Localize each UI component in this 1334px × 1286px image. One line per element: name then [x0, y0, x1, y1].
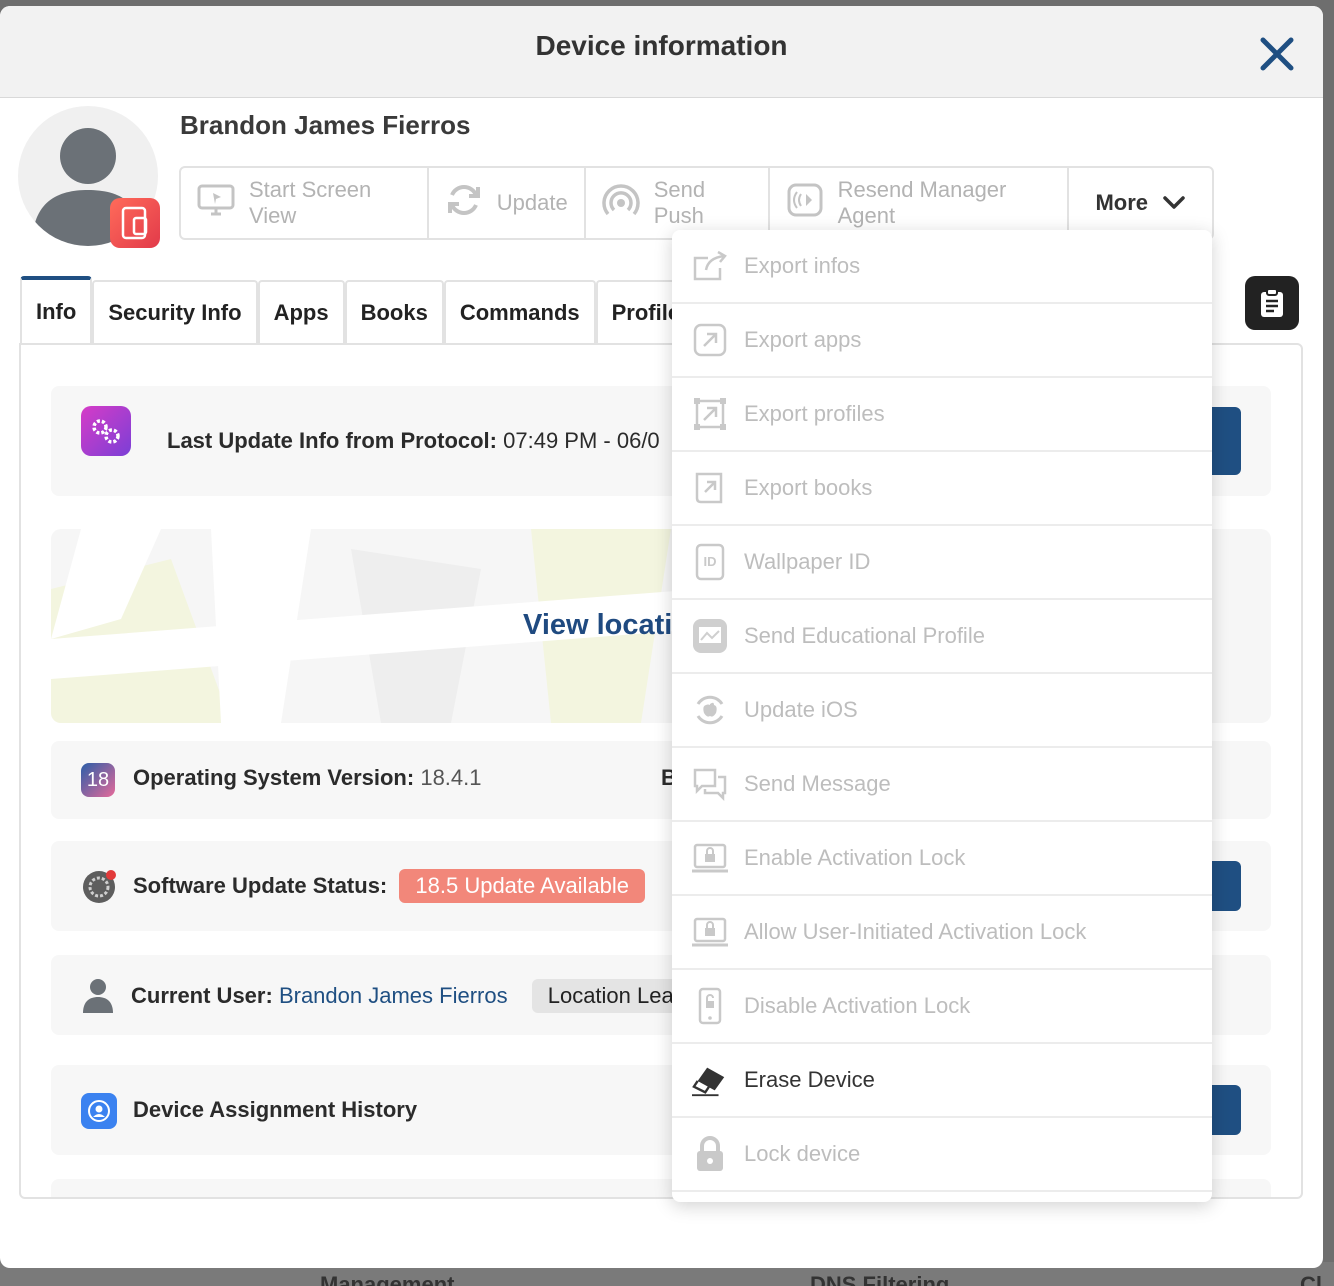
menu-item-export-apps-label: Export apps [744, 327, 862, 352]
gears-icon [81, 406, 131, 456]
lock-icon [692, 1136, 728, 1172]
tab-commands[interactable]: Commands [443, 280, 596, 344]
background-tab-management: Management [320, 1272, 455, 1286]
send-push-label: Send Push [653, 177, 706, 228]
monitor-icon [197, 183, 235, 223]
export-books-icon [692, 470, 728, 506]
disable-lock-icon [692, 987, 728, 1025]
menu-item-erase-device[interactable]: Erase Device [672, 1044, 1212, 1118]
menu-item-send-message[interactable]: Send Message [672, 748, 1212, 822]
send-push-button[interactable]: Send Push [586, 168, 770, 238]
action-bar: Start Screen View Update Send Push Resen… [179, 166, 1214, 240]
start-screen-view-label: Start Screen View [249, 177, 372, 228]
menu-item-disable-activation-lock-label: Disable Activation Lock [744, 993, 971, 1018]
educational-profile-icon [692, 618, 728, 654]
agent-icon [786, 181, 824, 225]
menu-item-send-message-label: Send Message [744, 771, 891, 796]
user-activation-lock-icon [692, 914, 728, 950]
software-update-text: Software Update Status: 18.5 Update Avai… [133, 869, 646, 903]
os-version-label: Operating System Version: [133, 765, 415, 790]
menu-item-erase-device-label: Erase Device [744, 1067, 875, 1092]
ios-18-icon-text: 18 [86, 768, 110, 791]
os-version-value: 18.4.1 [420, 765, 482, 790]
os-version-text: Operating System Version: 18.4.1 [133, 765, 482, 791]
menu-item-lock-device[interactable]: Lock device [672, 1118, 1212, 1192]
tab-books[interactable]: Books [344, 280, 444, 344]
more-dropdown-menu: Export infos Export apps Export profiles… [672, 230, 1212, 1202]
activation-lock-icon [692, 840, 728, 876]
menu-item-update-ios[interactable]: Update iOS [672, 674, 1212, 748]
ipad-icon [110, 198, 160, 248]
clipboard-icon[interactable] [1245, 276, 1299, 330]
assignment-history-icon [81, 1093, 117, 1129]
assignment-history-label: Device Assignment History [133, 1097, 418, 1122]
current-user-text: Current User: Brandon James Fierros Loca… [131, 979, 715, 1013]
modal-header: Device information [0, 6, 1323, 98]
menu-item-update-ios-label: Update iOS [744, 697, 858, 722]
menu-item-export-apps[interactable]: Export apps [672, 304, 1212, 378]
push-icon [602, 181, 640, 225]
last-update-value: 07:49 PM - 06/0 [503, 428, 660, 453]
resend-manager-agent-label: Resend Manager Agent [837, 177, 1007, 228]
tab-security-info[interactable]: Security Info [92, 280, 258, 344]
last-update-label: Last Update Info from Protocol: [167, 428, 497, 453]
last-update-text: Last Update Info from Protocol: 07:49 PM… [167, 428, 660, 454]
update-button[interactable]: Update [429, 168, 586, 238]
menu-item-send-educational-profile[interactable]: Send Educational Profile [672, 600, 1212, 674]
tab-apps[interactable]: Apps [257, 280, 345, 344]
menu-item-export-books[interactable]: Export books [672, 452, 1212, 526]
device-info-modal: Device information Brandon James Fierros… [0, 6, 1323, 1268]
menu-item-enable-activation-lock[interactable]: Enable Activation Lock [672, 822, 1212, 896]
update-label: Update [496, 190, 568, 215]
update-available-badge: 18.5 Update Available [399, 869, 646, 903]
background-tab-dns: DNS Filtering [810, 1272, 950, 1286]
user-icon [81, 977, 115, 1013]
menu-item-wallpaper-id-label: Wallpaper ID [744, 549, 871, 574]
chevron-down-icon [1162, 190, 1186, 216]
tab-info[interactable]: Info [20, 276, 93, 344]
svg-text:ID: ID [704, 554, 717, 569]
current-user-label: Current User: [131, 983, 273, 1008]
resend-manager-agent-button[interactable]: Resend Manager Agent [770, 168, 1070, 238]
message-icon [692, 766, 728, 802]
background-tab-cl: Cl [1300, 1272, 1322, 1286]
refresh-icon [445, 181, 483, 225]
user-name: Brandon James Fierros [180, 110, 471, 140]
menu-item-allow-user-activation-lock-label: Allow User-Initiated Activation Lock [744, 919, 1087, 944]
export-icon [692, 248, 728, 284]
menu-item-export-infos[interactable]: Export infos [672, 230, 1212, 304]
menu-item-wallpaper-id[interactable]: ID Wallpaper ID [672, 526, 1212, 600]
menu-item-export-infos-label: Export infos [744, 253, 861, 278]
update-ios-icon [692, 692, 728, 728]
export-apps-icon [692, 322, 728, 358]
menu-item-export-profiles[interactable]: Export profiles [672, 378, 1212, 452]
modal-title: Device information [535, 30, 788, 61]
menu-item-export-profiles-label: Export profiles [744, 401, 885, 426]
current-user-link[interactable]: Brandon James Fierros [279, 983, 508, 1008]
menu-item-enable-activation-lock-label: Enable Activation Lock [744, 845, 966, 870]
tab-bar: Info Security Info Apps Books Commands P… [20, 276, 749, 344]
menu-item-allow-user-activation-lock[interactable]: Allow User-Initiated Activation Lock [672, 896, 1212, 970]
menu-item-export-books-label: Export books [744, 475, 873, 500]
view-location-text: View locati [523, 609, 673, 641]
start-screen-view-button[interactable]: Start Screen View [181, 168, 429, 238]
eraser-icon [692, 1062, 728, 1098]
wallpaper-id-icon: ID [692, 543, 728, 581]
export-profiles-icon [692, 396, 728, 432]
settings-gear-icon [81, 869, 117, 905]
menu-item-send-educational-profile-label: Send Educational Profile [744, 623, 985, 648]
menu-item-lock-device-label: Lock device [744, 1141, 861, 1166]
more-label: More [1095, 190, 1148, 215]
more-button[interactable]: More [1069, 168, 1212, 238]
ios-18-icon: 18 [81, 763, 115, 797]
close-icon[interactable] [1257, 34, 1297, 74]
software-update-label: Software Update Status: [133, 873, 388, 898]
menu-item-disable-activation-lock[interactable]: Disable Activation Lock [672, 970, 1212, 1044]
